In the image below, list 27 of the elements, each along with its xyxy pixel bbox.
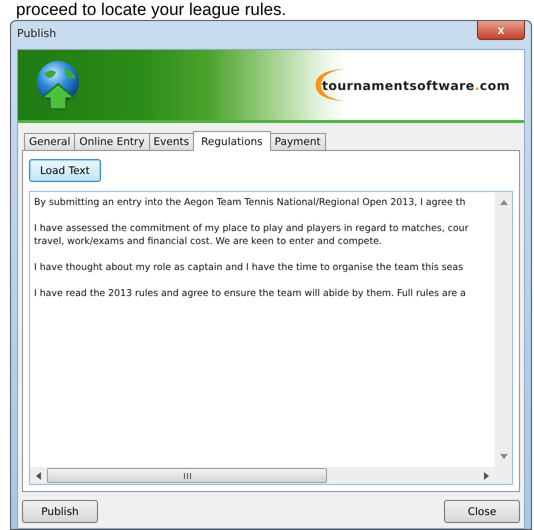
tab[interactable]: Online Entry bbox=[74, 133, 150, 150]
scroll-down-icon[interactable] bbox=[500, 454, 508, 459]
text-line: travel, work/exams and financial cost. We are keen to enter and compete. bbox=[34, 235, 383, 248]
window-close-button[interactable]: x bbox=[477, 21, 525, 40]
text-line: I have assessed the commitment of my place to play and players in regard to matches, cour bbox=[34, 222, 470, 235]
scroll-thumb[interactable] bbox=[47, 468, 327, 483]
text-area[interactable] bbox=[29, 191, 513, 485]
horizontal-scrollbar[interactable] bbox=[30, 467, 512, 484]
globe-upload-icon bbox=[36, 60, 80, 110]
load-text-button[interactable]: Load Text bbox=[29, 159, 101, 182]
caption-text: proceed to locate your league rules. bbox=[15, 0, 288, 20]
grip-icon bbox=[184, 472, 190, 478]
text-line: I have read the 2013 rules and agree to ensure the team will abide by them. Full rules are a bbox=[34, 287, 467, 300]
logo-text: tournamentsoftware.com bbox=[322, 78, 510, 92]
tab[interactable]: Regulations bbox=[193, 131, 271, 151]
scroll-up-icon[interactable] bbox=[500, 200, 508, 205]
tab[interactable]: General bbox=[24, 133, 76, 150]
scroll-left-icon[interactable] bbox=[36, 472, 41, 480]
vertical-scrollbar[interactable] bbox=[495, 192, 512, 467]
dialog-button[interactable]: Publish bbox=[22, 500, 98, 523]
tab[interactable]: Events bbox=[148, 133, 194, 150]
tab[interactable]: Payment bbox=[270, 133, 326, 150]
dialog-button[interactable]: Close bbox=[444, 500, 520, 523]
window-title: Publish bbox=[17, 27, 56, 40]
scroll-right-icon[interactable] bbox=[484, 472, 489, 480]
text-line: By submitting an entry into the Aegon Team Tennis National/Regional Open 2013, I agree th bbox=[34, 196, 466, 209]
text-line: I have thought about my role as captain and I have the time to organise the team this seas bbox=[34, 261, 464, 274]
